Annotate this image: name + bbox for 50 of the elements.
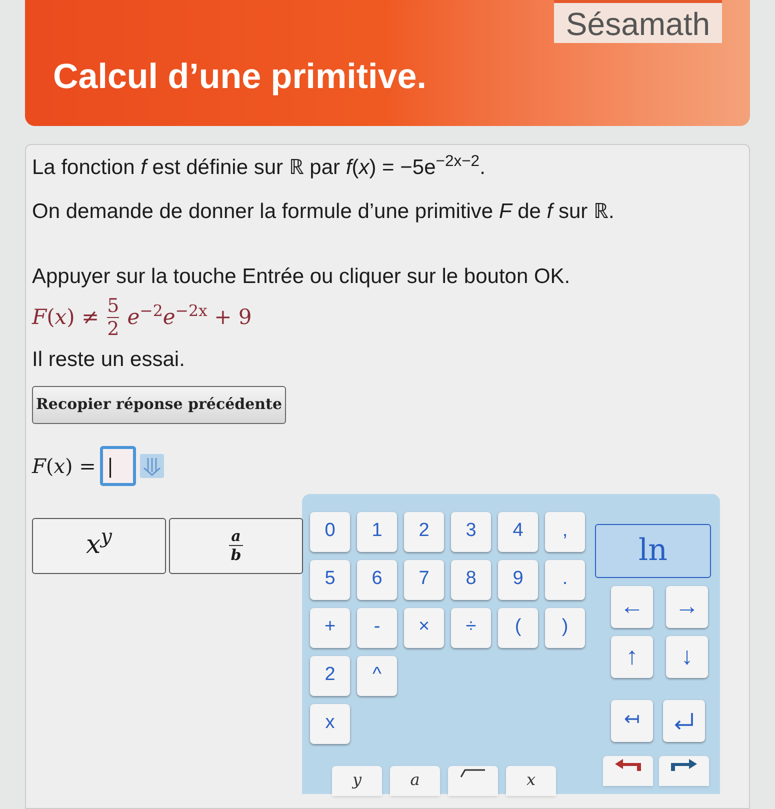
instruction-text: La fonction f est définie sur ℝ par f(x) = −5e$^{−2x−2}$. [32,153,486,181]
arrow-key[interactable]: ← [611,586,653,628]
keypad-key[interactable]: ÷ [451,608,491,648]
arrow-key[interactable]: ↓ [666,636,708,678]
instruction-text: Appuyer sur la touche Entrée ou cliquer sur le bouton OK. [32,264,572,290]
keypad-key[interactable]: x [506,766,556,796]
keypad-key[interactable]: a [390,766,440,796]
instruction-text: On demande de donner la formule d’une primitive F de f sur ℝ. [32,199,616,225]
keypad-key[interactable]: x [310,704,350,744]
function-key[interactable]: ln [595,524,711,578]
keypad-key[interactable]: × [404,608,444,648]
keypad-key[interactable]: 3 [451,512,491,552]
keypad-key[interactable]: 6 [357,560,397,600]
keypad-key[interactable]: ( [498,608,538,648]
template-button[interactable]: x$^{y}$ [32,518,166,574]
keypad-key[interactable]: 5 [310,560,350,600]
remaining-attempts: Il reste un essai. [32,347,186,373]
redo-arrow-icon [669,758,699,772]
answer-label: F(x) = [32,452,96,480]
keypad-key[interactable] [448,766,498,796]
keypad-key[interactable]: ) [545,608,585,648]
redo-button[interactable] [659,756,709,786]
keypad-key[interactable]: + [310,608,350,648]
keyboard-toggle-icon[interactable] [140,454,164,478]
answer-input-field[interactable]: | [100,446,136,486]
keypad-key[interactable]: y [332,766,382,796]
arrow-key[interactable]: → [666,586,708,628]
keypad-key[interactable]: , [545,512,585,552]
logo: Sésamath [554,0,722,43]
arrow-key[interactable]: ↑ [611,636,653,678]
copy-previous-answer-button[interactable]: Recopier réponse précédente [32,386,286,424]
enter-key[interactable] [663,700,705,742]
enter-icon [672,710,696,730]
backspace-key[interactable]: ↤ [611,700,653,742]
undo-arrow-icon [613,758,643,772]
keypad-key[interactable]: - [357,608,397,648]
keypad-key[interactable]: 4 [498,512,538,552]
keypad-key[interactable]: 2 [310,656,350,696]
undo-button[interactable] [603,756,653,786]
keypad-key[interactable]: 2 [404,512,444,552]
keypad-key[interactable]: . [545,560,585,600]
keypad-key[interactable]: 8 [451,560,491,600]
keypad-key[interactable]: 9 [498,560,538,600]
keypad-key[interactable]: 7 [404,560,444,600]
square-root-icon [460,768,486,778]
page-title: Calcul d’une primitive. [53,56,428,98]
keypad-key[interactable]: 1 [357,512,397,552]
keypad-key[interactable]: ^ [357,656,397,696]
keypad-key[interactable]: 0 [310,512,350,552]
template-button[interactable]: a b [169,518,303,574]
